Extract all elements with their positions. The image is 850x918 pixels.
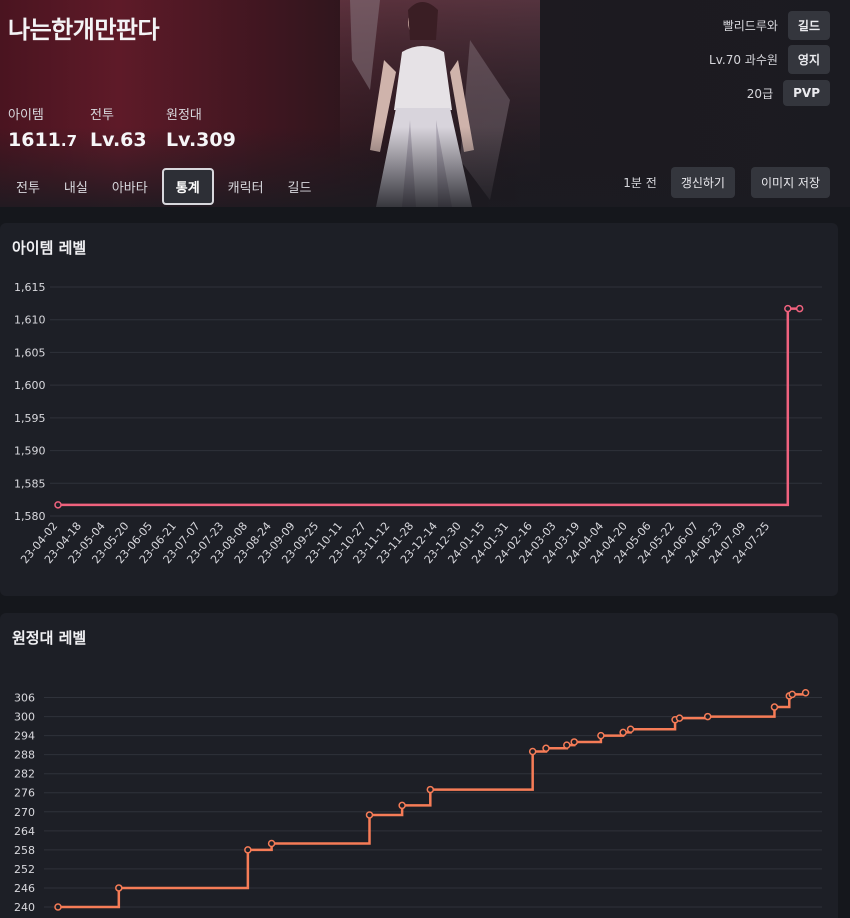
- data-point[interactable]: [398, 801, 406, 810]
- y-tick-label: 306: [14, 692, 35, 705]
- y-tick-label: 264: [14, 825, 35, 838]
- data-point[interactable]: [563, 741, 571, 749]
- stat-label: 전투: [90, 108, 114, 123]
- pvp-badge: PVP: [783, 80, 830, 106]
- data-point[interactable]: [619, 728, 627, 737]
- guild-badge: 길드: [787, 10, 830, 40]
- y-tick-label: 240: [14, 901, 35, 914]
- data-point[interactable]: [784, 304, 792, 313]
- y-tick-label: 1,605: [14, 346, 46, 359]
- guild-row: 빨리드루와 길드: [722, 10, 830, 40]
- estate-name: Lv.70 과수원: [709, 52, 778, 67]
- y-tick-label: 1,590: [14, 445, 46, 458]
- roster-level-card: 원정대 레벨 240 246 252 258 264 270 276 282 288 294 300…: [0, 613, 838, 918]
- data-point[interactable]: [244, 846, 252, 854]
- update-area: 1분 전 갱신하기 이미지 저장: [623, 167, 830, 198]
- tab-bar: 전투 내실 아바타 통계 캐릭터 길드: [6, 168, 321, 205]
- y-tick-label: 1,595: [14, 412, 46, 425]
- data-point[interactable]: [54, 903, 62, 911]
- item-level-chart: 1,580 1,585 1,590 1,595 1,600 1,605 1,610 1,615…: [14, 281, 822, 566]
- character-name: 나는한개만판다: [8, 16, 160, 44]
- data-point[interactable]: [626, 725, 635, 734]
- data-point[interactable]: [542, 744, 550, 753]
- character-header: 나는한개만판다 아이템 1611.7 전투 Lv.63 원정대 Lv.309 빨…: [0, 0, 850, 207]
- data-point[interactable]: [703, 712, 712, 721]
- pvp-row: 20급 PVP: [747, 79, 830, 107]
- tab-character[interactable]: 캐릭터: [218, 168, 274, 205]
- stat-value: Lv.309: [166, 129, 236, 151]
- data-point[interactable]: [770, 703, 779, 711]
- y-tick-label: 246: [14, 882, 35, 895]
- pvp-grade: 20급: [746, 86, 774, 101]
- stat-value: Lv.63: [90, 129, 147, 151]
- y-tick-label: 294: [14, 730, 35, 743]
- data-point[interactable]: [801, 689, 810, 697]
- y-tick-label: 270: [14, 806, 35, 819]
- stat-label: 원정대: [166, 108, 202, 123]
- data-point[interactable]: [675, 714, 684, 722]
- item-level-card: 아이템 레벨 1,580 1,585 1,590 1,595 1,600 1,605 1,6…: [0, 223, 838, 596]
- data-point[interactable]: [267, 839, 276, 848]
- data-point[interactable]: [795, 304, 804, 313]
- y-tick-label: 258: [14, 844, 35, 857]
- data-point[interactable]: [570, 738, 578, 746]
- series-line: [58, 692, 807, 909]
- refresh-button[interactable]: 갱신하기: [670, 167, 735, 198]
- y-tick-label: 276: [14, 787, 35, 800]
- stat-value: 1611.7: [8, 129, 78, 151]
- tab-guild[interactable]: 길드: [278, 168, 322, 205]
- y-tick-label: 282: [14, 768, 35, 781]
- y-tick-label: 252: [14, 863, 35, 876]
- data-point[interactable]: [426, 785, 435, 794]
- y-tick-label: 1,585: [14, 477, 46, 490]
- stat-combat-level: 전투 Lv.63: [90, 104, 147, 151]
- stat-roster-level: 원정대 Lv.309: [166, 104, 236, 151]
- stat-label: 아이템: [8, 108, 44, 123]
- tab-avatar[interactable]: 아바타: [102, 168, 158, 205]
- data-point[interactable]: [597, 731, 605, 740]
- roster-level-chart: 240 246 252 258 264 270 276 282 288 294 300 306: [14, 689, 822, 914]
- guild-name: 빨리드루와: [722, 18, 778, 33]
- tab-inner[interactable]: 내실: [54, 168, 98, 205]
- stat-item-level: 아이템 1611.7: [8, 104, 77, 151]
- save-image-button[interactable]: 이미지 저장: [750, 167, 830, 198]
- y-tick-label: 1,615: [14, 281, 46, 294]
- tab-statistics[interactable]: 통계: [161, 168, 214, 205]
- data-point[interactable]: [365, 811, 374, 819]
- updated-time: 1분 전: [623, 176, 657, 190]
- data-point[interactable]: [54, 501, 62, 509]
- data-point[interactable]: [528, 747, 537, 756]
- estate-badge: 영지: [787, 44, 830, 74]
- y-tick-label: 1,580: [14, 510, 46, 523]
- estate-row: Lv.70 과수원 영지: [709, 44, 830, 74]
- series-line: [58, 307, 800, 507]
- data-point[interactable]: [788, 690, 796, 699]
- y-tick-label: 1,610: [14, 314, 46, 327]
- tab-combat[interactable]: 전투: [6, 168, 50, 205]
- data-point[interactable]: [115, 884, 123, 892]
- y-tick-label: 300: [14, 711, 35, 724]
- y-tick-label: 288: [14, 749, 35, 762]
- y-tick-label: 1,600: [14, 379, 46, 392]
